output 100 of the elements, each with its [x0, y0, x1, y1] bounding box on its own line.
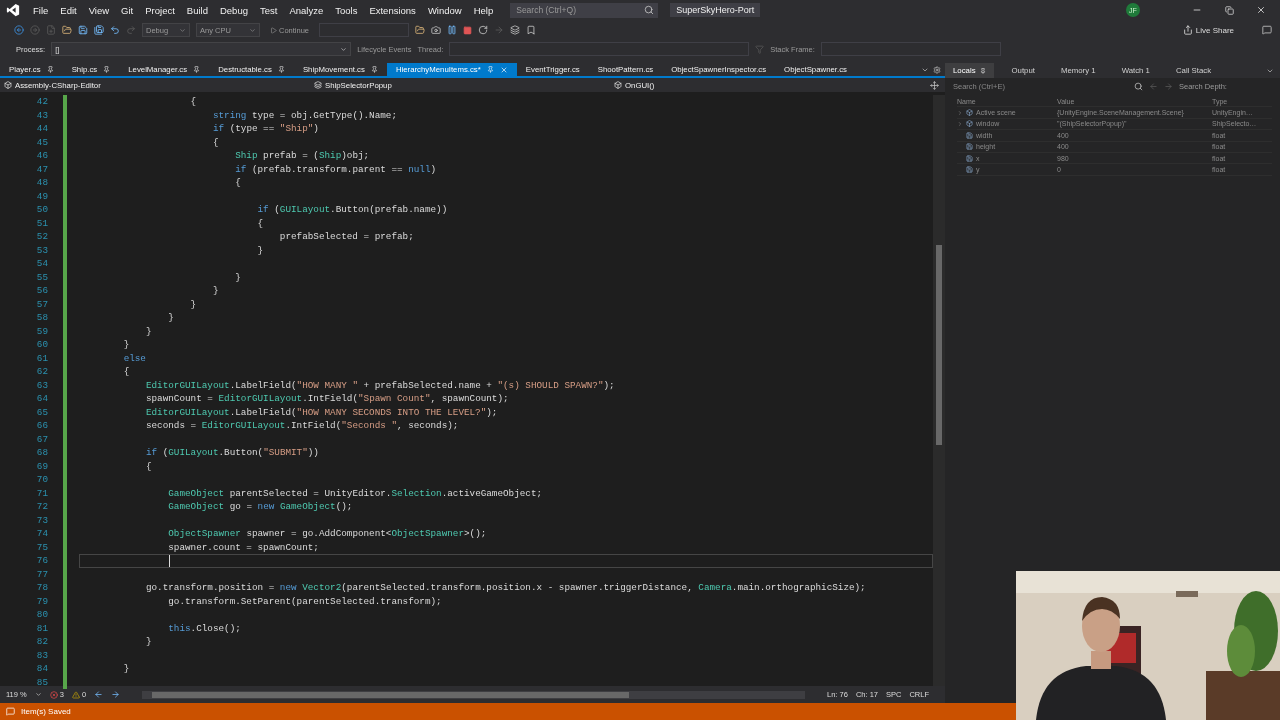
folder-icon[interactable] [415, 25, 426, 35]
line-number: 51 [35, 216, 49, 230]
line-number: 45 [35, 135, 49, 149]
menu-item[interactable]: Build [181, 2, 213, 18]
layers-icon[interactable] [510, 25, 521, 35]
notification-icon[interactable] [6, 707, 15, 716]
app-logo-icon [6, 3, 20, 17]
line-number: 85 [35, 675, 49, 689]
line-number: 44 [35, 122, 49, 136]
caret-icon[interactable] [34, 691, 42, 698]
text-cursor [169, 554, 171, 567]
code-line: seconds = EditorGUILayout.IntField("Seconds ", seconds); [144, 419, 460, 433]
status-message: Item(s) Saved [21, 707, 71, 716]
close-icon[interactable] [1256, 5, 1266, 15]
live-share-button[interactable]: Live Share [1176, 24, 1240, 36]
line-number: 66 [35, 419, 49, 433]
stop-icon[interactable] [463, 25, 473, 35]
code-line: { [211, 135, 220, 149]
line-number: 82 [35, 635, 49, 649]
menu-item[interactable]: View [83, 2, 115, 18]
menu-item[interactable]: Test [254, 2, 283, 18]
share-icon [1182, 25, 1193, 35]
menu-item[interactable]: Debug [214, 2, 253, 18]
code-line: if (GUILayout.Button(prefab.name)) [256, 203, 449, 217]
line-number: 65 [35, 405, 49, 419]
code-line: go.transform.position = new Vector2(parentSelected.transform.position.x - spawner.triggerDistance, Camera.main.orthographicSize); [144, 581, 867, 595]
search-field[interactable]: Search (Ctrl+Q) [510, 2, 659, 18]
line-number: 75 [35, 540, 49, 554]
caret-icon [340, 45, 348, 53]
line-number: 61 [35, 351, 49, 365]
camera-icon[interactable] [431, 25, 442, 35]
field-icon [966, 154, 973, 162]
code-line: prefabSelected = prefab; [278, 230, 415, 244]
line-number: 46 [35, 149, 49, 163]
code-line: GameObject go = new GameObject(); [167, 500, 354, 514]
caret-icon [249, 26, 256, 34]
object-icon [966, 120, 973, 128]
restore-icon[interactable] [1224, 5, 1234, 15]
save-all-icon[interactable] [94, 25, 104, 35]
line-number: 76 [35, 554, 49, 568]
code-line: EditorGUILayout.LabelField("HOW MANY SECONDS INTO THE LEVEL?"); [144, 405, 499, 419]
window-title: SuperSkyHero-Port [670, 3, 761, 17]
code-line: { [144, 459, 153, 473]
line-number: 70 [35, 473, 49, 487]
line-number: 72 [35, 500, 49, 514]
menu-item[interactable]: Git [116, 2, 139, 18]
back-icon[interactable] [14, 25, 24, 35]
code-line: go.transform.SetParent(parentSelected.transform); [167, 594, 443, 608]
code-line: spawnCount = EditorGUILayout.IntField("Spawn Count", spawnCount); [144, 392, 510, 406]
save-icon[interactable] [78, 25, 88, 35]
feedback-icon[interactable] [1262, 25, 1272, 35]
line-number: 78 [35, 581, 49, 595]
line-number: 49 [35, 189, 49, 203]
code-line: } [122, 338, 131, 352]
forward-icon[interactable] [111, 690, 121, 699]
line-number: 81 [35, 621, 49, 635]
code-line: } [211, 284, 220, 298]
line-number: 77 [35, 567, 49, 581]
search-icon[interactable] [1134, 81, 1143, 91]
restart-icon[interactable] [478, 25, 489, 35]
line-number: 83 [35, 648, 49, 662]
menu-item[interactable]: File [28, 2, 54, 18]
menu-item[interactable]: Edit [55, 2, 82, 18]
menu-item[interactable]: Project [140, 2, 180, 18]
horizontal-scrollbar[interactable] [142, 690, 805, 699]
undo-icon[interactable] [110, 25, 120, 35]
code-line: if (type == "Ship") [211, 122, 320, 136]
code-line: } [122, 662, 131, 676]
line-number: 62 [35, 365, 49, 379]
folder-icon[interactable] [62, 25, 72, 35]
menu-item[interactable]: Help [468, 2, 499, 18]
line-number: 67 [35, 432, 49, 446]
menu-item[interactable]: Tools [330, 2, 363, 18]
line-number: 55 [35, 270, 49, 284]
line-number: 60 [35, 338, 49, 352]
menu-item[interactable]: Window [422, 2, 467, 18]
code-line: string type = obj.GetType().Name; [211, 108, 398, 122]
code-line: { [189, 95, 198, 109]
settings-icon[interactable] [933, 65, 941, 74]
code-line: } [189, 297, 198, 311]
project-icon [4, 81, 12, 89]
vertical-scrollbar[interactable] [933, 95, 945, 686]
line-number: 68 [35, 446, 49, 460]
code-line: ObjectSpawner spawner = go.AddComponent<ObjectSpawner>(); [167, 527, 488, 541]
object-icon [966, 109, 973, 117]
code-line: } [234, 270, 242, 284]
field-icon [966, 166, 973, 174]
code-line: { [256, 216, 265, 230]
line-number: 69 [35, 459, 49, 473]
menu-item[interactable]: Analyze [284, 2, 329, 18]
line-number: 53 [35, 243, 49, 257]
code-line: Ship prefab = (Ship)obj; [234, 149, 371, 163]
field-icon [966, 143, 973, 151]
line-number: 42 [35, 95, 49, 109]
bookmark-icon[interactable] [526, 25, 537, 35]
pause-icon[interactable] [447, 25, 458, 35]
back-icon[interactable] [94, 690, 104, 699]
menu-item[interactable]: Extensions [364, 2, 421, 18]
move-icon[interactable] [930, 80, 939, 90]
line-number: 64 [35, 392, 49, 406]
